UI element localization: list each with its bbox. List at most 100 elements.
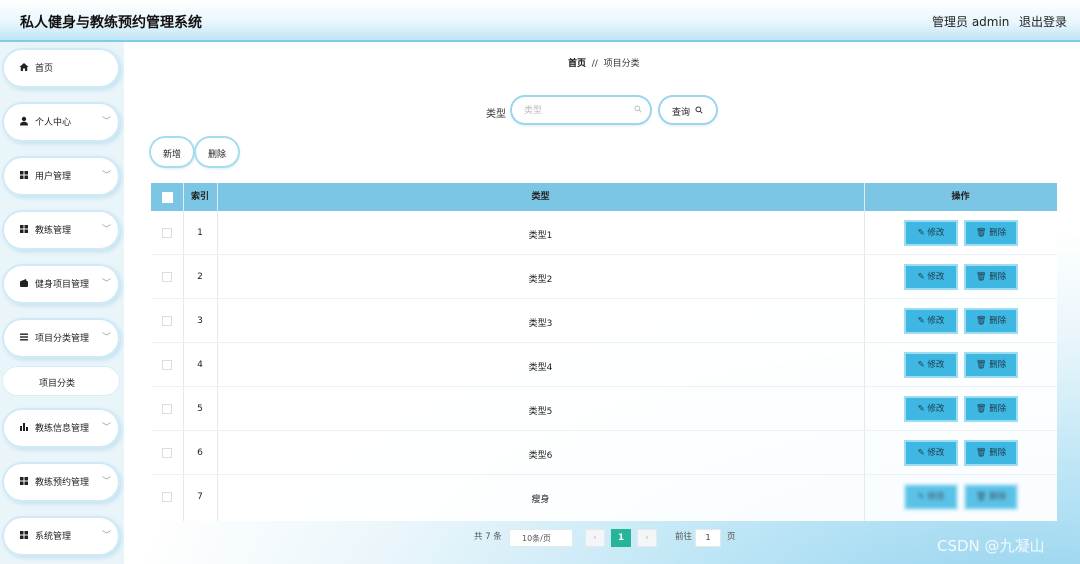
pagination-total: 共 7 条 <box>474 532 502 542</box>
select-all-checkbox[interactable] <box>162 192 173 203</box>
row-checkbox[interactable] <box>162 228 172 238</box>
batch-delete-button[interactable]: 删除 <box>196 138 238 166</box>
grid-icon <box>20 225 28 233</box>
chevron-down-icon: ﹀ <box>102 279 112 289</box>
delete-button[interactable]: 🗑 删除 <box>966 398 1016 420</box>
edit-button-label: 修改 <box>927 492 945 502</box>
row-checkbox[interactable] <box>162 272 172 282</box>
sidebar-item-label: 项目分类管理 <box>35 334 90 344</box>
delete-button[interactable]: 🗑 删除 <box>966 486 1016 508</box>
page-number-button[interactable]: 1 <box>611 529 631 547</box>
table-row: 4 类型4 ✎ 修改 🗑 删除 <box>151 343 1057 387</box>
goto-label: 前往 <box>675 532 693 542</box>
home-icon <box>19 63 29 71</box>
sidebar-item-label: 教练管理 <box>35 226 72 236</box>
goto-page-input[interactable]: 1 <box>695 529 721 547</box>
row-index: 5 <box>197 404 203 414</box>
edit-button[interactable]: ✎ 修改 <box>906 266 956 288</box>
delete-button[interactable]: 🗑 删除 <box>966 222 1016 244</box>
row-type: 类型4 <box>528 363 553 373</box>
sidebar-item-fitness-project-management[interactable]: 健身项目管理 ﹀ <box>2 264 120 304</box>
breadcrumb: 首页 // 项目分类 <box>568 56 640 69</box>
edit-button-label: 修改 <box>927 404 945 414</box>
sidebar-item-label: 健身项目管理 <box>35 280 90 290</box>
table-row: 5 类型5 ✎ 修改 🗑 删除 <box>151 387 1057 431</box>
edit-button[interactable]: ✎ 修改 <box>906 222 956 244</box>
chevron-down-icon: ﹀ <box>102 225 112 235</box>
sidebar-item-system-management[interactable]: 系统管理 ﹀ <box>2 516 120 556</box>
table-row: 6 类型6 ✎ 修改 🗑 删除 <box>151 431 1057 475</box>
top-header: 私人健身与教练预约管理系统 管理员 admin 退出登录 <box>0 0 1080 42</box>
prev-page-button[interactable]: ‹ <box>585 529 605 547</box>
row-index: 4 <box>197 360 203 370</box>
sidebar-item-label: 首页 <box>35 64 54 74</box>
query-button[interactable]: 查询 <box>660 97 716 123</box>
row-checkbox[interactable] <box>162 448 172 458</box>
edit-button-label: 修改 <box>927 228 945 238</box>
edit-button[interactable]: ✎ 修改 <box>906 354 956 376</box>
delete-button-label: 删除 <box>989 316 1007 326</box>
edit-button[interactable]: ✎ 修改 <box>906 310 956 332</box>
next-page-button[interactable]: › <box>637 529 657 547</box>
add-button-label: 新增 <box>163 150 182 160</box>
edit-button[interactable]: ✎ 修改 <box>906 442 956 464</box>
query-button-label: 查询 <box>672 108 691 118</box>
table-row: 2 类型2 ✎ 修改 🗑 删除 <box>151 255 1057 299</box>
sidebar-item-user-management[interactable]: 用户管理 ﹀ <box>2 156 120 196</box>
edit-button[interactable]: ✎ 修改 <box>906 486 956 508</box>
sidebar-item-label: 教练信息管理 <box>35 424 90 434</box>
bar-chart-icon <box>20 423 28 431</box>
edit-button-label: 修改 <box>927 316 945 326</box>
chevron-down-icon: ﹀ <box>102 531 112 541</box>
delete-button-label: 删除 <box>989 448 1007 458</box>
table-row: 1 类型1 ✎ 修改 🗑 删除 <box>151 211 1057 255</box>
delete-button-label: 删除 <box>989 360 1007 370</box>
list-icon <box>20 333 28 341</box>
row-index: 7 <box>197 492 203 502</box>
row-checkbox[interactable] <box>162 316 172 326</box>
sidebar-item-coach-info-management[interactable]: 教练信息管理 ﹀ <box>2 408 120 448</box>
chevron-down-icon: ﹀ <box>102 333 112 343</box>
chevron-down-icon: ﹀ <box>102 477 112 487</box>
sidebar-subitem-label: 项目分类 <box>39 379 76 389</box>
page-size-select[interactable]: 10条/页 <box>509 529 573 547</box>
add-button[interactable]: 新增 <box>151 138 193 166</box>
chevron-down-icon: ﹀ <box>102 171 112 181</box>
search-input[interactable] <box>522 102 636 120</box>
category-table: 索引 类型 操作 1 类型1 ✎ 修改 🗑 删除 2 类型2 ✎ 修改 🗑 删除… <box>151 183 1057 521</box>
column-header-type: 类型 <box>531 192 550 202</box>
row-checkbox[interactable] <box>162 492 172 502</box>
app-title: 私人健身与教练预约管理系统 <box>20 15 202 31</box>
table-row: 3 类型3 ✎ 修改 🗑 删除 <box>151 299 1057 343</box>
row-type: 瘦身 <box>531 495 550 505</box>
row-type: 类型2 <box>528 275 553 285</box>
column-header-actions: 操作 <box>951 192 970 202</box>
row-checkbox[interactable] <box>162 404 172 414</box>
grid-icon <box>20 477 28 485</box>
grid-icon <box>20 531 28 539</box>
sidebar-item-home[interactable]: 首页 <box>2 48 120 88</box>
row-type: 类型1 <box>528 231 553 241</box>
sidebar-item-category-management[interactable]: 项目分类管理 ﹀ <box>2 318 120 358</box>
wallet-icon <box>20 279 28 287</box>
sidebar-subitem-category[interactable]: 项目分类 <box>2 366 120 396</box>
watermark-text: CSDN @九凝山 <box>937 537 1045 555</box>
edit-button[interactable]: ✎ 修改 <box>906 398 956 420</box>
delete-button[interactable]: 🗑 删除 <box>966 442 1016 464</box>
edit-button-label: 修改 <box>927 448 945 458</box>
sidebar-item-coach-booking-management[interactable]: 教练预约管理 ﹀ <box>2 462 120 502</box>
logout-link[interactable]: 退出登录 <box>1019 13 1067 30</box>
delete-button[interactable]: 🗑 删除 <box>966 266 1016 288</box>
batch-delete-button-label: 删除 <box>208 150 227 160</box>
page-size-value: 10条/页 <box>522 534 551 543</box>
delete-button-label: 删除 <box>989 228 1007 238</box>
row-index: 1 <box>197 228 203 238</box>
search-icon <box>634 105 642 113</box>
delete-button[interactable]: 🗑 删除 <box>966 310 1016 332</box>
edit-button-label: 修改 <box>927 272 945 282</box>
sidebar-item-coach-management[interactable]: 教练管理 ﹀ <box>2 210 120 250</box>
sidebar-item-personal-center[interactable]: 个人中心 ﹀ <box>2 102 120 142</box>
delete-button[interactable]: 🗑 删除 <box>966 354 1016 376</box>
row-checkbox[interactable] <box>162 360 172 370</box>
breadcrumb-home[interactable]: 首页 <box>568 59 586 69</box>
